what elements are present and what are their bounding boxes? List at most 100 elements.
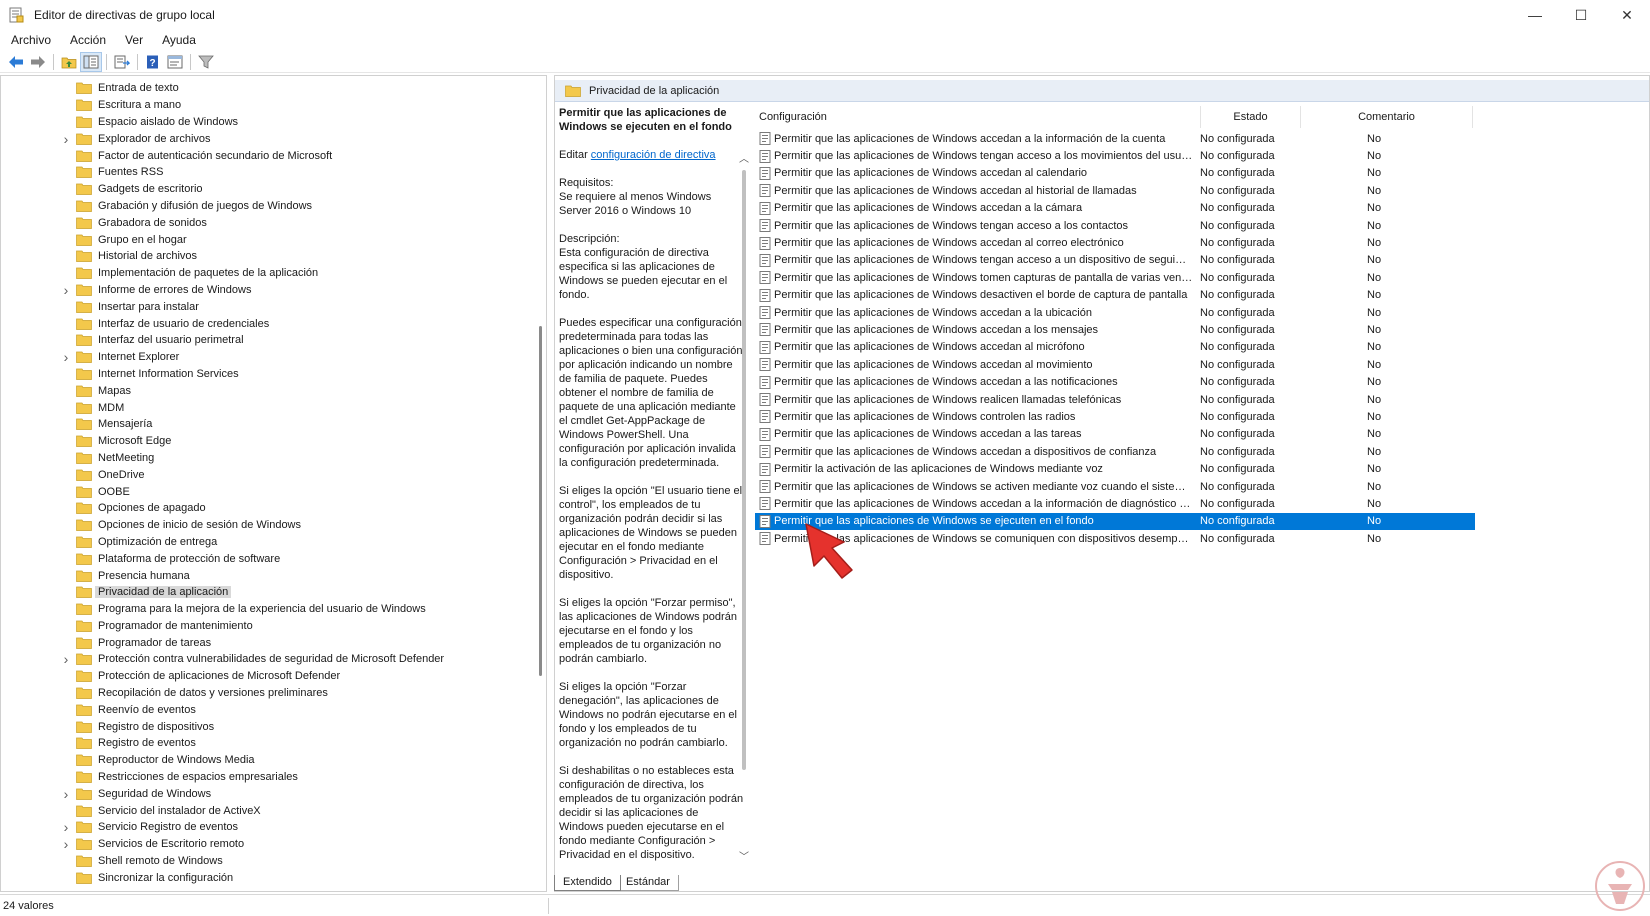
show-hide-tree-button[interactable] [80, 51, 102, 72]
tree-item[interactable]: Historial de archivos [1, 248, 531, 265]
console-tree[interactable]: Entrada de texto Escritura a mano Espacio … [0, 75, 547, 892]
tree-item[interactable]: Factor de autenticación secundario de Mi… [1, 147, 531, 164]
tree-item[interactable]: Sincronizar la configuración [1, 869, 531, 886]
tree-item[interactable]: › Seguridad de Windows [1, 785, 531, 802]
tree-item[interactable]: Privacidad de la aplicación [1, 584, 531, 601]
tree-item[interactable]: › Internet Explorer [1, 349, 531, 366]
tree-item[interactable]: Grabación y difusión de juegos de Window… [1, 198, 531, 215]
tree-item[interactable]: Registro de dispositivos [1, 718, 531, 735]
back-button[interactable] [5, 52, 27, 72]
table-row[interactable]: Permitir que las aplicaciones de Windows… [755, 512, 1475, 530]
tree-item[interactable]: › Servicio Registro de eventos [1, 819, 531, 836]
menu-ayuda[interactable]: Ayuda [151, 33, 204, 47]
table-row[interactable]: Permitir que las aplicaciones de Windows… [755, 252, 1475, 269]
tab-extendido[interactable]: Extendido [554, 875, 621, 891]
tree-item[interactable]: › Servicios de Escritorio remoto [1, 836, 531, 853]
tree-item[interactable]: Presencia humana [1, 567, 531, 584]
expand-chevron-icon[interactable]: › [61, 349, 71, 365]
table-row[interactable]: Permitir que las aplicaciones de Windows… [755, 200, 1475, 217]
help-button[interactable]: ? [142, 52, 164, 72]
column-header-configuracion[interactable]: Configuración [755, 106, 1201, 128]
table-row[interactable]: Permitir que las aplicaciones de Windows… [755, 339, 1475, 356]
expand-chevron-icon[interactable]: › [61, 786, 71, 802]
table-row[interactable]: Permitir que las aplicaciones de Windows… [755, 321, 1475, 338]
tree-item[interactable]: Grabadora de sonidos [1, 214, 531, 231]
tree-item[interactable]: Implementación de paquetes de la aplicac… [1, 265, 531, 282]
tree-item[interactable]: Plataforma de protección de software [1, 550, 531, 567]
tree-item[interactable]: Microsoft Edge [1, 433, 531, 450]
menu-archivo[interactable]: Archivo [0, 33, 59, 47]
tree-item[interactable]: Fuentes RSS [1, 164, 531, 181]
table-row[interactable]: Permitir que las aplicaciones de Windows… [755, 530, 1475, 547]
tree-item[interactable]: Registro de eventos [1, 735, 531, 752]
table-row[interactable]: Permitir que las aplicaciones de Windows… [755, 391, 1475, 408]
scroll-down-icon[interactable]: ﹀ [739, 848, 749, 863]
tree-item[interactable]: Protección de aplicaciones de Microsoft … [1, 668, 531, 685]
table-row[interactable]: Permitir que las aplicaciones de Windows… [755, 165, 1475, 182]
tree-item[interactable]: Recopilación de datos y versiones prelim… [1, 685, 531, 702]
table-row[interactable]: Permitir que las aplicaciones de Windows… [755, 182, 1475, 199]
close-button[interactable]: ✕ [1604, 0, 1650, 30]
tree-item[interactable]: Programador de tareas [1, 634, 531, 651]
table-row[interactable]: Permitir que las aplicaciones de Windows… [755, 373, 1475, 390]
scroll-up-icon[interactable]: ︿ [739, 150, 749, 165]
expand-chevron-icon[interactable]: › [61, 131, 71, 147]
table-row[interactable]: Permitir que las aplicaciones de Windows… [755, 478, 1475, 495]
table-row[interactable]: Permitir la activación de las aplicacion… [755, 460, 1475, 477]
expand-chevron-icon[interactable]: › [61, 819, 71, 835]
tree-item[interactable]: Mensajería [1, 416, 531, 433]
tree-item[interactable]: › Informe de errores de Windows [1, 282, 531, 299]
table-row[interactable]: Permitir que las aplicaciones de Windows… [755, 234, 1475, 251]
tree-item[interactable]: Interfaz del usuario perimetral [1, 332, 531, 349]
tree-item[interactable]: › Explorador de archivos [1, 130, 531, 147]
tree-item[interactable]: Opciones de inicio de sesión de Windows [1, 517, 531, 534]
table-row[interactable]: Permitir que las aplicaciones de Windows… [755, 269, 1475, 286]
expand-chevron-icon[interactable]: › [61, 836, 71, 852]
table-row[interactable]: Permitir que las aplicaciones de Windows… [755, 408, 1475, 425]
edit-policy-link[interactable]: configuración de directiva [591, 149, 716, 161]
table-row[interactable]: Permitir que las aplicaciones de Windows… [755, 356, 1475, 373]
tree-item[interactable]: Reenvío de eventos [1, 701, 531, 718]
maximize-button[interactable]: ☐ [1558, 0, 1604, 30]
menu-accion[interactable]: Acción [59, 33, 114, 47]
tree-item[interactable]: MDM [1, 399, 531, 416]
column-header-estado[interactable]: Estado [1201, 106, 1301, 128]
tree-scrollbar-thumb[interactable] [539, 326, 542, 676]
table-row[interactable]: Permitir que las aplicaciones de Windows… [755, 147, 1475, 164]
minimize-button[interactable]: — [1512, 0, 1558, 30]
tree-item[interactable]: Restricciones de espacios empresariales [1, 769, 531, 786]
tab-estandar[interactable]: Estándar [616, 875, 679, 891]
tree-item[interactable]: Shell remoto de Windows [1, 853, 531, 870]
filter-button[interactable] [195, 52, 217, 72]
expand-chevron-icon[interactable]: › [61, 282, 71, 298]
tree-item[interactable]: Insertar para instalar [1, 298, 531, 315]
table-row[interactable]: Permitir que las aplicaciones de Windows… [755, 426, 1475, 443]
tree-item[interactable]: OOBE [1, 483, 531, 500]
tree-item[interactable]: Programa para la mejora de la experienci… [1, 601, 531, 618]
table-row[interactable]: Permitir que las aplicaciones de Windows… [755, 495, 1475, 512]
tree-item[interactable]: Grupo en el hogar [1, 231, 531, 248]
tree-item[interactable]: Espacio aislado de Windows [1, 114, 531, 131]
description-scrollbar-thumb[interactable] [742, 170, 746, 770]
tree-item[interactable]: Mapas [1, 382, 531, 399]
table-row[interactable]: Permitir que las aplicaciones de Windows… [755, 443, 1475, 460]
column-header-comentario[interactable]: Comentario [1301, 106, 1473, 128]
properties-button[interactable] [164, 52, 186, 72]
export-list-button[interactable] [111, 52, 133, 72]
expand-chevron-icon[interactable]: › [61, 651, 71, 667]
tree-item[interactable]: Reproductor de Windows Media [1, 752, 531, 769]
forward-button[interactable] [27, 52, 49, 72]
tree-item[interactable]: Entrada de texto [1, 80, 531, 97]
tree-item[interactable]: NetMeeting [1, 450, 531, 467]
tree-item[interactable]: Interfaz de usuario de credenciales [1, 315, 531, 332]
tree-item[interactable]: Opciones de apagado [1, 500, 531, 517]
tree-scrollbar[interactable] [534, 76, 546, 891]
tree-item[interactable]: OneDrive [1, 466, 531, 483]
tree-item[interactable]: Gadgets de escritorio [1, 181, 531, 198]
tree-item[interactable]: Internet Information Services [1, 366, 531, 383]
tree-item[interactable]: Servicio del instalador de ActiveX [1, 802, 531, 819]
table-row[interactable]: Permitir que las aplicaciones de Windows… [755, 130, 1475, 147]
tree-item[interactable]: Escritura a mano [1, 97, 531, 114]
tree-item[interactable]: › Protección contra vulnerabilidades de s… [1, 651, 531, 668]
up-folder-button[interactable] [58, 52, 80, 72]
